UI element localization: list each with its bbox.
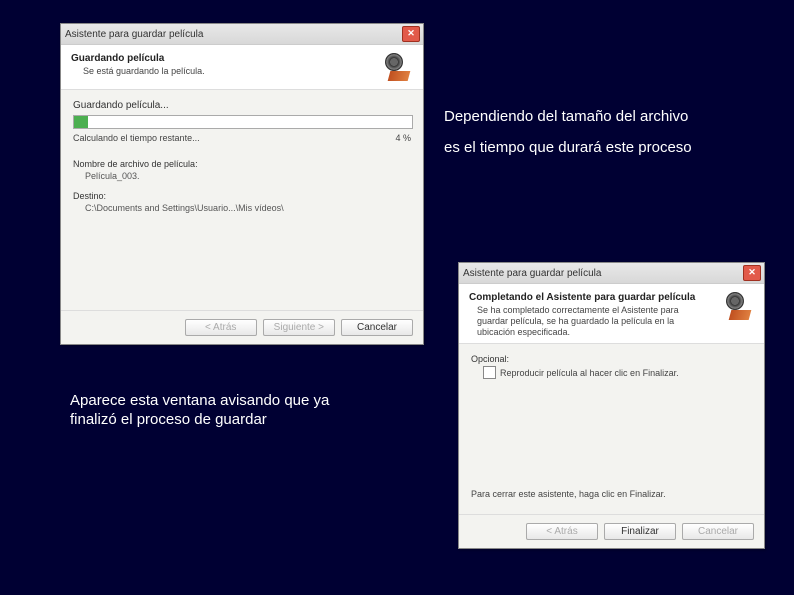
destination-value: C:\Documents and Settings\Usuario...\Mis… — [85, 203, 411, 213]
next-button: Siguiente > — [263, 319, 335, 336]
checkbox-label: Reproducir película al hacer clic en Fin… — [500, 368, 679, 378]
progress-bar — [73, 115, 413, 129]
window-title: Asistente para guardar película — [463, 268, 601, 279]
caption-line: Aparece esta ventana avisando que ya — [70, 392, 329, 409]
window-title: Asistente para guardar película — [65, 29, 203, 40]
progress-percent: 4 % — [395, 133, 411, 143]
caption-line: finalizó el proceso de guardar — [70, 411, 329, 428]
finish-button[interactable]: Finalizar — [604, 523, 676, 540]
movie-maker-icon — [720, 292, 754, 322]
caption-line: es el tiempo que durará este proceso — [444, 139, 692, 156]
caption-finish-notice: Aparece esta ventana avisando que ya fin… — [70, 392, 329, 428]
back-button: < Atrás — [526, 523, 598, 540]
destination-label: Destino: — [73, 191, 411, 201]
close-icon[interactable]: ✕ — [402, 26, 420, 42]
save-movie-wizard-saving: Asistente para guardar película ✕ Guarda… — [60, 23, 424, 345]
footer-note: Para cerrar este asistente, haga clic en… — [471, 489, 752, 499]
cancel-button: Cancelar — [682, 523, 754, 540]
caption-line: Dependiendo del tamaño del archivo — [444, 108, 692, 125]
save-movie-wizard-complete: Asistente para guardar película ✕ Comple… — [458, 262, 765, 549]
progress-fill — [74, 116, 88, 128]
cancel-button[interactable]: Cancelar — [341, 319, 413, 336]
header-subtitle: Se está guardando la película. — [83, 66, 205, 76]
checkbox-icon[interactable] — [483, 366, 496, 379]
button-row: < Atrás Siguiente > Cancelar — [61, 310, 423, 344]
body-section: Guardando película... Calculando el tiem… — [61, 90, 423, 310]
header-title: Completando el Asistente para guardar pe… — [469, 292, 709, 303]
titlebar[interactable]: Asistente para guardar película ✕ — [61, 24, 423, 45]
movie-maker-icon — [379, 53, 413, 83]
filename-label: Nombre de archivo de película: — [73, 159, 411, 169]
caption-depends-on-size: Dependiendo del tamaño del archivo es el… — [444, 108, 692, 156]
body-section: Opcional: Reproducir película al hacer c… — [459, 344, 764, 514]
button-row: < Atrás Finalizar Cancelar — [459, 514, 764, 548]
header-section: Guardando película Se está guardando la … — [61, 45, 423, 90]
close-icon[interactable]: ✕ — [743, 265, 761, 281]
optional-label: Opcional: — [471, 354, 752, 364]
back-button: < Atrás — [185, 319, 257, 336]
titlebar[interactable]: Asistente para guardar película ✕ — [459, 263, 764, 284]
header-title: Guardando película — [71, 53, 205, 64]
filename-value: Película_003. — [85, 171, 411, 181]
progress-label: Guardando película... — [73, 100, 411, 111]
play-movie-option[interactable]: Reproducir película al hacer clic en Fin… — [483, 366, 752, 379]
header-subtitle: Se ha completado correctamente el Asiste… — [477, 305, 709, 337]
time-remaining: Calculando el tiempo restante... — [73, 133, 200, 143]
header-section: Completando el Asistente para guardar pe… — [459, 284, 764, 344]
